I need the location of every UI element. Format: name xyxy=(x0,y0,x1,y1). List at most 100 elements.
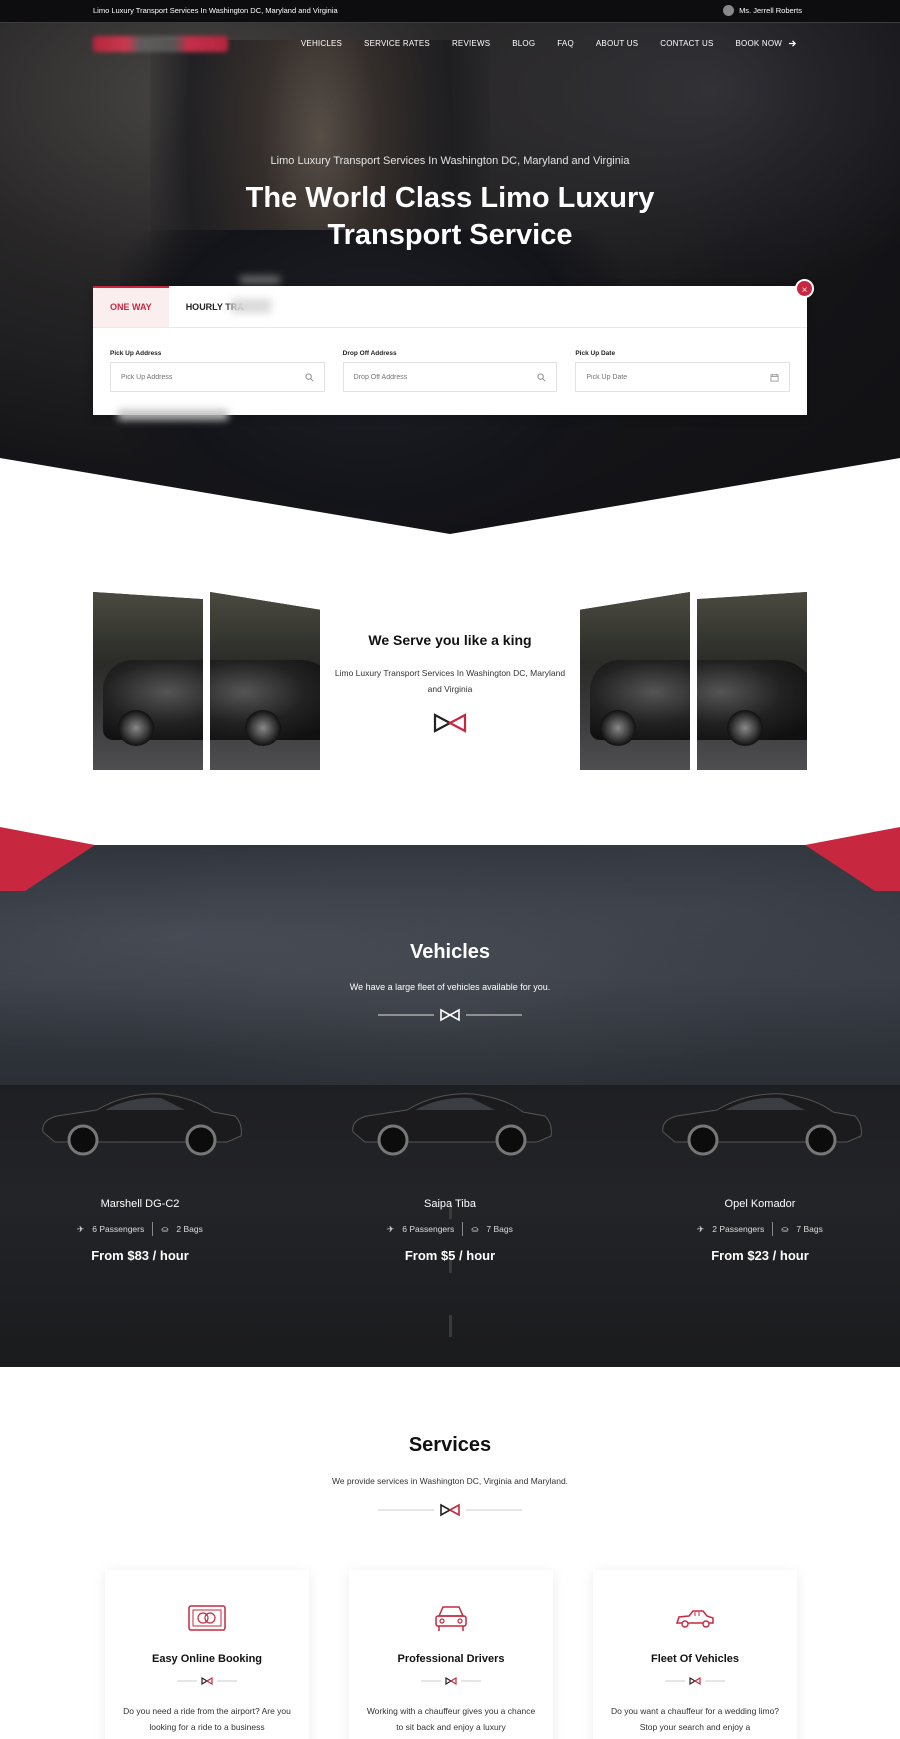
vehicles-title: Vehicles xyxy=(409,941,491,963)
pickup-address-label: Pick Up Address xyxy=(110,350,162,357)
service-text: Do you want a chauffeur for a wedding li… xyxy=(610,1706,780,1732)
search-icon xyxy=(305,372,314,381)
vehicle-passengers: 6 Passengers xyxy=(402,1224,455,1234)
passenger-icon: ✈ xyxy=(77,1223,85,1234)
service-title: Professional Drivers xyxy=(397,1653,505,1665)
nav-item-faq[interactable]: FAQ xyxy=(557,39,574,48)
king-title: We Serve you like a king xyxy=(368,632,532,648)
vehicles-subtitle: We have a large fleet of vehicles availa… xyxy=(349,982,551,992)
bow-tie-divider xyxy=(421,1676,481,1686)
vehicle-card[interactable]: Opel Komador ✈ 2 Passengers ⛀ 7 Bags Fro… xyxy=(620,1080,900,1263)
blurred-region xyxy=(230,299,271,313)
car-wheel xyxy=(245,710,281,746)
pickup-address-box[interactable] xyxy=(110,362,325,392)
vehicle-passengers: 2 Passengers xyxy=(712,1224,765,1234)
sky-background xyxy=(0,845,900,1105)
calendar-icon xyxy=(770,373,779,382)
vehicle-specs: ✈ 2 Passengers ⛀ 7 Bags xyxy=(620,1222,900,1236)
booking-form: ONE WAY HOURLY TRA Pick Up Address Drop … xyxy=(93,286,807,415)
car-wheel xyxy=(727,710,763,746)
car-photo-panel xyxy=(580,592,690,770)
services-title: Services xyxy=(408,1434,492,1456)
nav-item-contact-us[interactable]: CONTACT US xyxy=(660,39,713,48)
nav-item-vehicles[interactable]: VEHICLES xyxy=(301,39,342,48)
vehicle-name: Opel Komador xyxy=(724,1198,796,1210)
nav-item-reviews[interactable]: REVIEWS xyxy=(452,39,490,48)
vehicle-name: Marshell DG-C2 xyxy=(100,1198,180,1210)
service-card[interactable]: Easy Online Booking Do you need a ride f… xyxy=(105,1570,309,1739)
bag-icon: ⛀ xyxy=(161,1223,169,1234)
hero-title: The World Class Limo Luxury Transport Se… xyxy=(245,182,655,251)
car-wheel xyxy=(118,710,154,746)
red-corner-shape xyxy=(805,827,900,891)
site-logo[interactable] xyxy=(93,36,228,52)
car-photo-panel xyxy=(210,592,320,770)
book-now-button[interactable]: BOOK NOW xyxy=(736,39,798,48)
spec-separator xyxy=(462,1222,464,1236)
top-bar: Limo Luxury Transport Services In Washin… xyxy=(0,0,900,23)
hero-subtitle: Limo Luxury Transport Services In Washin… xyxy=(270,155,630,167)
close-button[interactable]: × xyxy=(795,279,814,298)
king-section: We Serve you like a king Limo Luxury Tra… xyxy=(0,535,900,835)
car-front-icon xyxy=(435,1606,467,1631)
tab-one-way[interactable]: ONE WAY xyxy=(93,286,169,327)
nav-item-service-rates[interactable]: SERVICE RATES xyxy=(364,39,430,48)
hero-overlay xyxy=(0,0,900,535)
bag-icon: ⛀ xyxy=(781,1223,789,1234)
service-title: Easy Online Booking xyxy=(151,1653,263,1665)
dropoff-address-label: Drop Off Address xyxy=(342,350,397,357)
search-icon xyxy=(537,372,546,381)
vehicle-bags: 7 Bags xyxy=(796,1224,823,1234)
bow-tie-icon xyxy=(433,713,467,733)
user-menu[interactable]: Ms. Jerrell Roberts xyxy=(723,5,802,16)
pickup-date-input[interactable] xyxy=(586,373,747,381)
bow-tie-divider xyxy=(378,1503,522,1517)
vehicle-price: From $83 / hour xyxy=(91,1248,189,1263)
hero-bottom-shape xyxy=(0,458,900,538)
vehicle-card[interactable]: Saipa Tiba ✈ 6 Passengers ⛀ 7 Bags From … xyxy=(310,1080,590,1263)
nav-item-blog[interactable]: BLOG xyxy=(512,39,535,48)
user-avatar xyxy=(723,5,735,16)
top-bar-tagline: Limo Luxury Transport Services In Washin… xyxy=(93,6,338,15)
red-corner-shape xyxy=(0,827,95,891)
pickup-address-field: Pick Up Address xyxy=(110,350,325,392)
king-text: Limo Luxury Transport Services In Washin… xyxy=(334,668,566,694)
spec-separator xyxy=(772,1222,774,1236)
hero-section xyxy=(0,0,900,535)
pickup-date-field: Pick Up Date xyxy=(575,350,791,392)
service-title: Fleet Of Vehicles xyxy=(650,1653,740,1665)
bow-tie-divider xyxy=(665,1676,725,1686)
blurred-region xyxy=(118,410,228,420)
booking-fields: Pick Up Address Drop Off Address Pick Up… xyxy=(93,328,807,392)
service-card[interactable]: Professional Drivers Working with a chau… xyxy=(349,1570,553,1739)
arrow-right-icon xyxy=(788,40,797,47)
vehicle-passengers: 6 Passengers xyxy=(92,1224,145,1234)
vehicle-specs: ✈ 6 Passengers ⛀ 2 Bags xyxy=(0,1222,280,1236)
vehicle-bags: 7 Bags xyxy=(486,1224,513,1234)
tab-hourly-transfer[interactable]: HOURLY TRA xyxy=(169,286,271,327)
bow-tie-divider xyxy=(378,1008,522,1022)
car-photo-panel xyxy=(93,592,203,770)
vehicle-specs: ✈ 6 Passengers ⛀ 7 Bags xyxy=(310,1222,590,1236)
service-card[interactable]: Fleet Of Vehicles Do you want a chauffeu… xyxy=(593,1570,797,1739)
main-nav: VEHICLES SERVICE RATES REVIEWS BLOG FAQ … xyxy=(301,39,797,48)
sedan-car-image xyxy=(352,1093,552,1156)
credit-card-icon xyxy=(188,1605,226,1631)
dropoff-address-field: Drop Off Address xyxy=(342,350,558,392)
sedan-car-image xyxy=(42,1093,242,1156)
vehicle-card[interactable]: Marshell DG-C2 ✈ 6 Passengers ⛀ 2 Bags F… xyxy=(0,1080,280,1263)
service-text: Do you need a ride from the airport? Are… xyxy=(123,1706,291,1732)
dropoff-address-box[interactable] xyxy=(342,362,558,392)
pickup-date-label: Pick Up Date xyxy=(575,350,616,357)
limo-icon xyxy=(675,1610,714,1628)
road-marking xyxy=(449,1315,452,1337)
car-photo-panel xyxy=(697,592,807,770)
nav-item-about-us[interactable]: ABOUT US xyxy=(596,39,638,48)
sedan-car-image xyxy=(662,1093,862,1156)
pickup-address-input[interactable] xyxy=(121,373,281,381)
passenger-icon: ✈ xyxy=(387,1223,395,1234)
book-now-label: BOOK NOW xyxy=(735,39,782,48)
pickup-date-box[interactable] xyxy=(575,362,791,392)
dropoff-address-input[interactable] xyxy=(353,373,514,381)
car-wheel xyxy=(600,710,636,746)
